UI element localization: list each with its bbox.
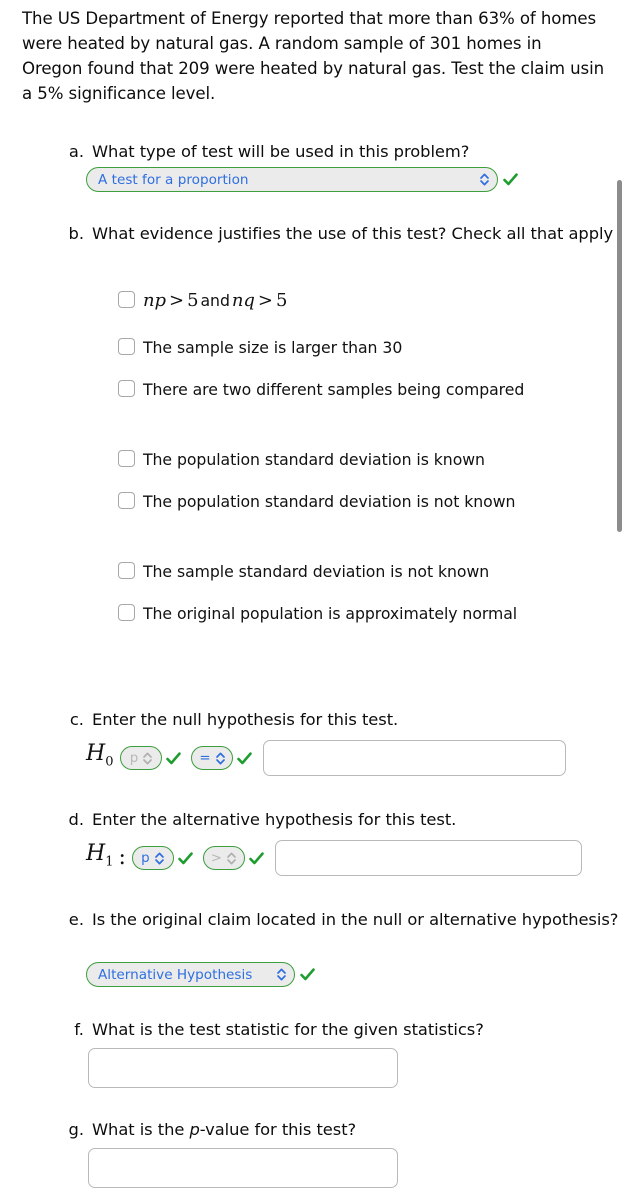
question-f-label: f.: [74, 1020, 84, 1039]
green-check-icon: [166, 751, 182, 764]
p-value-input[interactable]: [88, 1148, 398, 1188]
alternative-hypothesis-operator-select[interactable]: >: [202, 846, 245, 870]
test-statistic-input[interactable]: [88, 1048, 398, 1088]
evidence-option-5-label: The population standard deviation is not…: [143, 492, 516, 511]
question-d-text: Enter the alternative hypothesis for thi…: [92, 810, 457, 829]
question-a-text: What type of test will be used in this p…: [92, 142, 470, 161]
evidence-option-1-label: np >5 and nq >5: [143, 290, 288, 311]
checkbox-unchecked-icon[interactable]: [118, 450, 135, 467]
question-g-label: g.: [68, 1120, 84, 1139]
null-hypothesis-operator-select[interactable]: =: [191, 746, 234, 770]
evidence-option-3-label: There are two different samples being co…: [143, 380, 525, 399]
evidence-option-4-label: The population standard deviation is kno…: [143, 450, 485, 469]
checkbox-unchecked-icon[interactable]: [118, 562, 135, 579]
scrollbar-thumb[interactable]: [617, 180, 622, 532]
question-d-answer-row: H1 : p >: [86, 840, 582, 876]
green-check-icon: [178, 851, 193, 864]
test-type-select-value: A test for a proportion: [98, 171, 249, 188]
question-f-text: What is the test statistic for the given…: [92, 1020, 484, 1039]
null-hypothesis-parameter-value: p: [129, 750, 139, 766]
evidence-option-6-label: The sample standard deviation is not kno…: [143, 562, 490, 581]
question-e-text: Is the original claim located in the nul…: [92, 910, 619, 929]
question-g-text: What is the p-value for this test?: [92, 1120, 357, 1139]
alternative-hypothesis-parameter-select[interactable]: p: [131, 846, 174, 870]
alternative-hypothesis-symbol: H1: [86, 840, 114, 870]
p-value-italic: p: [189, 1120, 200, 1139]
question-a-answer-row: A test for a proportion: [86, 167, 519, 192]
checkbox-unchecked-icon[interactable]: [118, 380, 135, 397]
test-type-select[interactable]: A test for a proportion: [86, 167, 498, 192]
evidence-option-2-label: The sample size is larger than 30: [143, 338, 403, 357]
question-c-text: Enter the null hypothesis for this test.: [92, 710, 399, 729]
chevron-updown-icon: [277, 968, 286, 981]
chevron-updown-icon: [227, 852, 236, 864]
green-check-icon: [300, 968, 315, 981]
question-b-label: b.: [68, 224, 84, 243]
alternative-hypothesis-parameter-value: p: [141, 850, 150, 866]
green-check-icon: [237, 751, 253, 764]
question-a-label: a.: [68, 142, 84, 161]
question-b-text: What evidence justifies the use of this …: [92, 224, 614, 243]
null-hypothesis-value-input[interactable]: [263, 740, 567, 776]
alternative-hypothesis-separator: :: [118, 845, 126, 870]
chevron-updown-icon: [143, 752, 153, 764]
null-hypothesis-operator-value: =: [199, 750, 211, 766]
question-d-label: d.: [68, 810, 84, 829]
checkbox-unchecked-icon[interactable]: [118, 604, 135, 621]
evidence-option-7-label: The original population is approximately…: [143, 604, 518, 623]
chevron-updown-icon: [215, 752, 225, 764]
alternative-hypothesis-operator-value: >: [210, 850, 222, 866]
problem-statement: The US Department of Energy reported tha…: [22, 9, 605, 103]
question-e-answer-row: Alternative Hypothesis: [86, 962, 316, 987]
claim-location-select-value: Alternative Hypothesis: [98, 966, 253, 983]
alternative-hypothesis-value-input[interactable]: [274, 840, 582, 876]
checkbox-unchecked-icon[interactable]: [118, 291, 135, 308]
checkbox-unchecked-icon[interactable]: [118, 492, 135, 509]
worksheet-page: The US Department of Energy reported tha…: [0, 0, 630, 1200]
null-hypothesis-parameter-select[interactable]: p: [120, 746, 163, 770]
green-check-icon: [249, 851, 264, 864]
chevron-updown-icon: [154, 852, 164, 864]
null-hypothesis-symbol: H0: [86, 740, 114, 770]
claim-location-select[interactable]: Alternative Hypothesis: [86, 962, 295, 987]
checkbox-unchecked-icon[interactable]: [118, 338, 135, 355]
question-e-label: e.: [68, 910, 84, 929]
question-c-answer-row: H0 p =: [86, 740, 567, 776]
green-check-icon: [503, 173, 518, 186]
question-c-label: c.: [69, 710, 84, 729]
chevron-updown-icon: [480, 173, 489, 186]
